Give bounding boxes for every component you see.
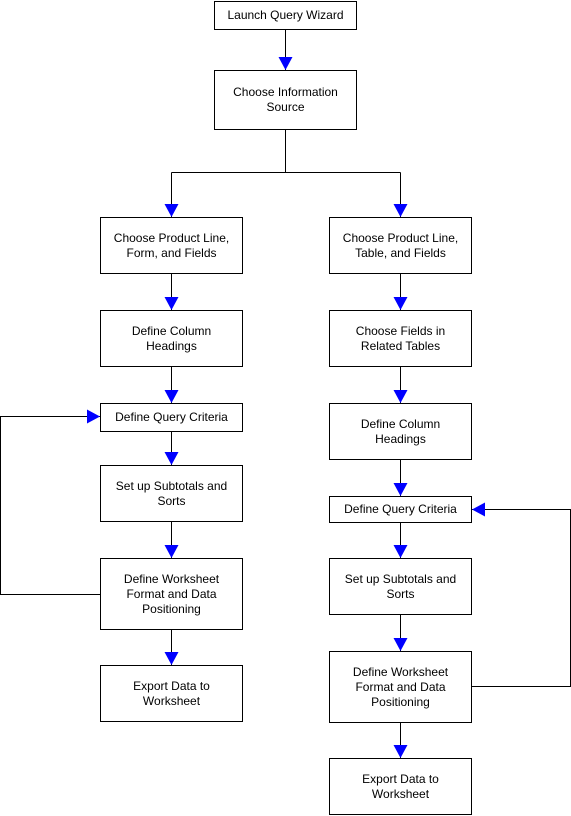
- node-choose-information-source: Choose Information Source: [214, 70, 357, 130]
- arrowhead-down-icon: [164, 452, 179, 465]
- arrowhead-down-icon: [393, 297, 408, 310]
- arrowhead-down-icon: [393, 638, 408, 651]
- arrowhead-down-icon: [393, 390, 408, 403]
- connector-left-loop: [0, 416, 100, 595]
- node-left-choose-product-line: Choose Product Line, Form, and Fields: [100, 217, 243, 274]
- node-right-subtotals-sorts: Set up Subtotals and Sorts: [329, 558, 472, 615]
- node-right-define-query-criteria: Define Query Criteria: [329, 496, 472, 523]
- arrowhead-down-icon: [393, 483, 408, 496]
- arrowhead-down-icon: [164, 652, 179, 665]
- arrowhead-down-icon: [164, 390, 179, 403]
- node-left-subtotals-sorts: Set up Subtotals and Sorts: [100, 465, 243, 522]
- node-left-export-data: Export Data to Worksheet: [100, 665, 243, 722]
- arrowhead-down-icon: [393, 545, 408, 558]
- arrowhead-down-icon: [393, 745, 408, 758]
- connector-source-split: [171, 130, 401, 217]
- node-launch-query-wizard: Launch Query Wizard: [214, 1, 357, 30]
- arrowhead-right-icon: [87, 409, 100, 424]
- arrowhead-down-icon: [164, 545, 179, 558]
- arrowhead-down-icon: [164, 204, 179, 217]
- connector-right-loop: [472, 509, 571, 687]
- node-right-choose-related-fields: Choose Fields in Related Tables: [329, 310, 472, 367]
- node-right-worksheet-format: Define Worksheet Format and Data Positio…: [329, 651, 472, 723]
- node-right-define-column-headings: Define Column Headings: [329, 403, 472, 460]
- arrowhead-down-icon: [164, 297, 179, 310]
- arrowhead-down-icon: [278, 57, 293, 70]
- node-right-choose-product-line: Choose Product Line, Table, and Fields: [329, 217, 472, 274]
- node-left-worksheet-format: Define Worksheet Format and Data Positio…: [100, 558, 243, 630]
- node-left-define-column-headings: Define Column Headings: [100, 310, 243, 367]
- node-left-define-query-criteria: Define Query Criteria: [100, 403, 243, 432]
- arrowhead-down-icon: [393, 204, 408, 217]
- node-right-export-data: Export Data to Worksheet: [329, 758, 472, 815]
- arrowhead-left-icon: [472, 502, 485, 517]
